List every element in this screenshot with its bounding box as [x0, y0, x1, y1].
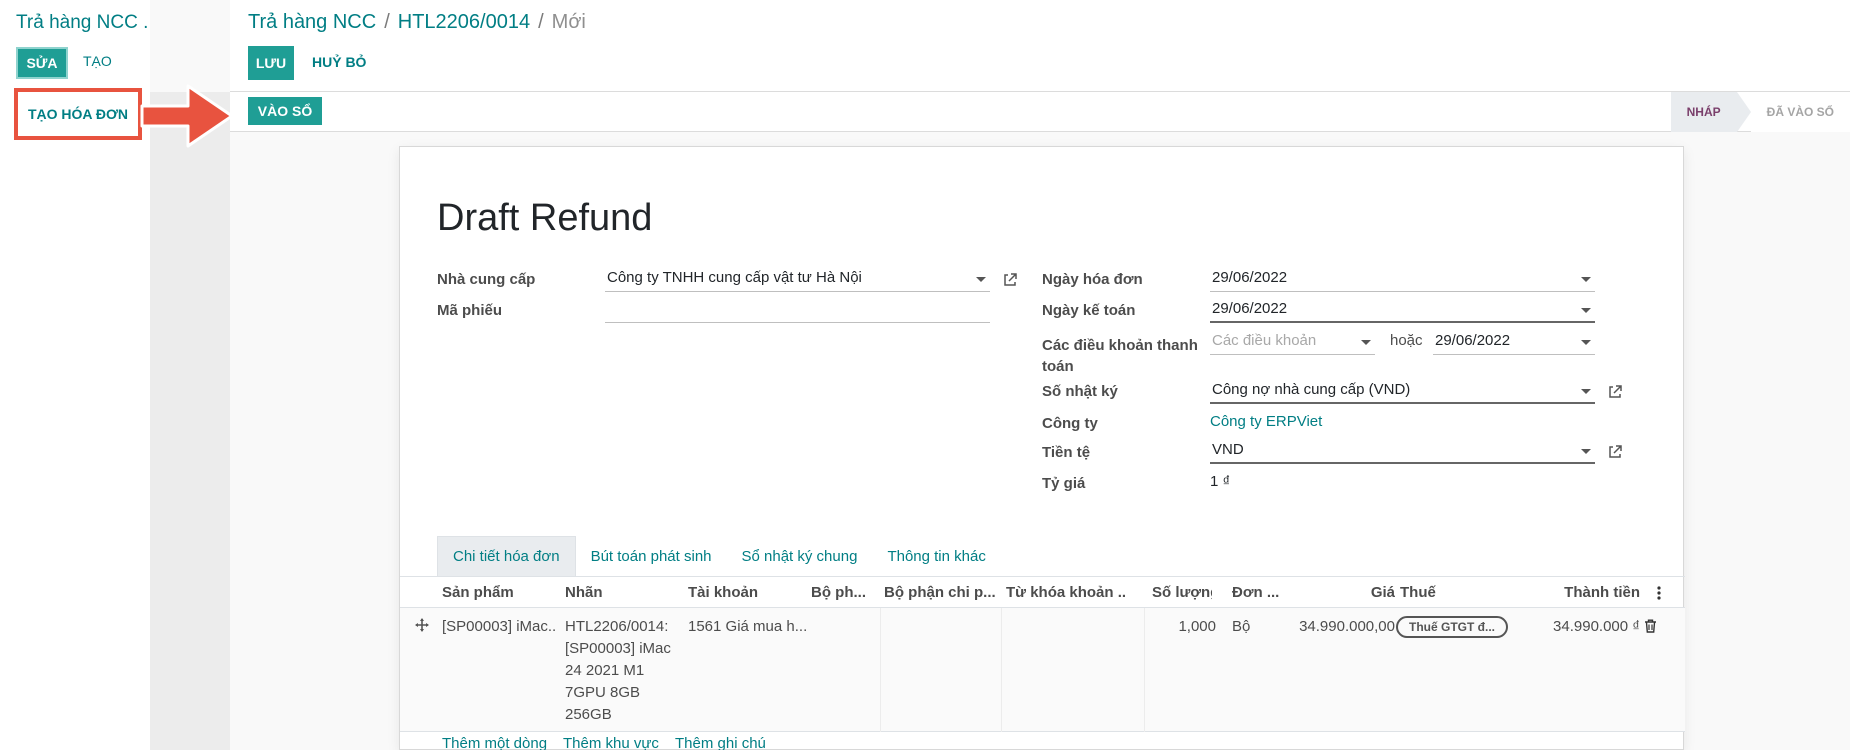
currency-label: Tiền tệ: [1042, 444, 1091, 461]
chevron-down-icon[interactable]: [1581, 389, 1591, 394]
breadcrumb-root[interactable]: Trả hàng NCC: [248, 11, 376, 33]
journal-field[interactable]: Công nợ nhà cung cấp (VND): [1210, 378, 1595, 404]
journal-label: Số nhật ký: [1042, 383, 1118, 400]
due-date-field[interactable]: 29/06/2022: [1433, 329, 1595, 355]
background-title[interactable]: Trả hàng NCC .: [16, 12, 148, 34]
status-draft: NHÁP: [1670, 92, 1737, 132]
background-gap: [150, 92, 230, 750]
column-divider: [1001, 608, 1002, 732]
payment-terms-field[interactable]: Các điều khoản: [1210, 329, 1375, 355]
invoice-date-value: 29/06/2022: [1212, 269, 1288, 286]
tab-general-journal[interactable]: Sổ nhật ký chung: [727, 536, 873, 576]
external-link-icon[interactable]: [1607, 384, 1623, 400]
status-steps: NHÁP ĐÃ VÀO SỔ: [1670, 92, 1850, 132]
accounting-date-value: 29/06/2022: [1212, 300, 1288, 317]
add-section-link[interactable]: Thêm khu vực: [563, 735, 659, 750]
breadcrumb-separator: /: [538, 11, 544, 33]
form-sheet: Draft Refund Nhà cung cấp Công ty TNHH c…: [399, 146, 1685, 750]
external-link-icon[interactable]: [1002, 272, 1018, 288]
column-uom[interactable]: Đơn ...: [1232, 584, 1284, 601]
status-chevron: [1736, 92, 1751, 132]
payment-terms-label: Các điều khoản thanh toán: [1042, 337, 1198, 375]
column-subtotal[interactable]: Thành tiền: [1550, 584, 1640, 601]
add-line-link[interactable]: Thêm một dòng: [442, 735, 547, 750]
save-button[interactable]: LƯU: [248, 46, 294, 80]
table-header: Sản phẩm Nhãn Tài khoản Bộ ph... Bộ phận…: [400, 576, 1685, 608]
vendor-field[interactable]: Công ty TNHH cung cấp vật tư Hà Nội: [605, 266, 990, 292]
cell-uom[interactable]: Bộ: [1232, 616, 1284, 638]
tab-journal-items[interactable]: Bút toán phát sinh: [576, 536, 727, 576]
column-divider: [880, 608, 881, 732]
breadcrumb: Trả hàng NCC / HTL2206/0014 / Mới: [248, 11, 586, 34]
column-cost-center[interactable]: Bộ phận chi p...: [884, 584, 996, 601]
invoice-date-field[interactable]: 29/06/2022: [1210, 266, 1595, 292]
column-department[interactable]: Bộ ph...: [811, 584, 875, 601]
due-date-value: 29/06/2022: [1435, 332, 1511, 349]
external-link-icon[interactable]: [1607, 444, 1623, 460]
rate-label: Tỷ giá: [1042, 475, 1086, 492]
invoice-date-label: Ngày hóa đơn: [1042, 271, 1143, 288]
tax-tag[interactable]: Thuế GTGT đ...: [1396, 616, 1508, 638]
payment-terms-placeholder: Các điều khoản: [1212, 332, 1317, 349]
journal-value: Công nợ nhà cung cấp (VND): [1212, 381, 1411, 398]
create-invoice-button[interactable]: TẠO HÓA ĐƠN: [14, 88, 142, 140]
chevron-down-icon[interactable]: [1581, 340, 1591, 345]
add-note-link[interactable]: Thêm ghi chú: [675, 735, 766, 750]
edit-button[interactable]: SỬA: [16, 47, 68, 79]
accounting-date-field[interactable]: 29/06/2022: [1210, 297, 1595, 323]
vendor-label: Nhà cung cấp: [437, 271, 536, 288]
or-label: hoặc: [1390, 332, 1423, 349]
tab-other-info[interactable]: Thông tin khác: [872, 536, 1000, 576]
rate-value: 1 ₫: [1210, 473, 1231, 490]
breadcrumb-current: Mới: [551, 11, 586, 33]
annotation-arrow-icon: [140, 84, 234, 148]
company-link[interactable]: Công ty ERPViet: [1208, 410, 1593, 436]
status-bar: VÀO SỔ NHÁP ĐÃ VÀO SỔ: [230, 92, 1850, 132]
background-pane: Trả hàng NCC . SỬA TẠO TẠO HÓA ĐƠN: [0, 0, 150, 750]
ref-field[interactable]: [605, 297, 990, 323]
cell-subtotal: 34.990.000 ₫: [1553, 618, 1640, 635]
chevron-down-icon[interactable]: [1581, 308, 1591, 313]
table-row[interactable]: [SP00003] iMac... HTL2206/0014: [SP00003…: [400, 608, 1685, 732]
notebook-tabs: Chi tiết hóa đơn Bút toán phát sinh Sổ n…: [437, 536, 1001, 576]
column-divider: [1144, 608, 1145, 732]
create-button[interactable]: TẠO: [83, 53, 112, 69]
company-label: Công ty: [1042, 415, 1098, 432]
vendor-value: Công ty TNHH cung cấp vật tư Hà Nội: [607, 269, 862, 286]
cell-label[interactable]: HTL2206/0014: [SP00003] iMac 24 2021 M1 …: [565, 616, 680, 726]
column-options-icon[interactable]: [1656, 585, 1662, 601]
trash-icon[interactable]: [1644, 619, 1657, 633]
post-button[interactable]: VÀO SỔ: [248, 97, 322, 125]
column-label[interactable]: Nhãn: [565, 584, 675, 601]
chevron-down-icon[interactable]: [976, 277, 986, 282]
tab-invoice-lines[interactable]: Chi tiết hóa đơn: [437, 536, 576, 576]
column-quantity[interactable]: Số lượng: [1152, 584, 1212, 601]
chevron-down-icon[interactable]: [1581, 449, 1591, 454]
form-title: Draft Refund: [437, 197, 653, 239]
discard-button[interactable]: HUỶ BỎ: [312, 54, 366, 70]
accounting-date-label: Ngày kế toán: [1042, 302, 1136, 319]
column-tax[interactable]: Thuế: [1400, 584, 1460, 601]
currency-value: VND: [1212, 441, 1244, 458]
currency-field[interactable]: VND: [1210, 438, 1595, 464]
cell-account[interactable]: 1561 Giá mua h...: [688, 616, 806, 638]
breadcrumb-record[interactable]: HTL2206/0014: [398, 11, 530, 33]
breadcrumb-separator: /: [384, 11, 390, 33]
cell-product[interactable]: [SP00003] iMac...: [442, 616, 557, 638]
column-keyword[interactable]: Từ khóa khoản ...: [1006, 584, 1126, 601]
ref-label: Mã phiếu: [437, 302, 503, 319]
column-price[interactable]: Giá: [1355, 584, 1395, 601]
cell-price[interactable]: 34.990.000,00: [1285, 616, 1395, 638]
chevron-down-icon[interactable]: [1361, 340, 1371, 345]
drag-handle-icon[interactable]: [415, 618, 429, 632]
control-panel: Trả hàng NCC / HTL2206/0014 / Mới LƯU HUỶ BỎ: [230, 0, 1850, 92]
column-account[interactable]: Tài khoản: [688, 584, 798, 601]
column-product[interactable]: Sản phẩm: [442, 584, 552, 601]
cell-quantity[interactable]: 1,000: [1152, 616, 1216, 638]
status-posted[interactable]: ĐÃ VÀO SỔ: [1750, 92, 1850, 132]
chevron-down-icon[interactable]: [1581, 277, 1591, 282]
